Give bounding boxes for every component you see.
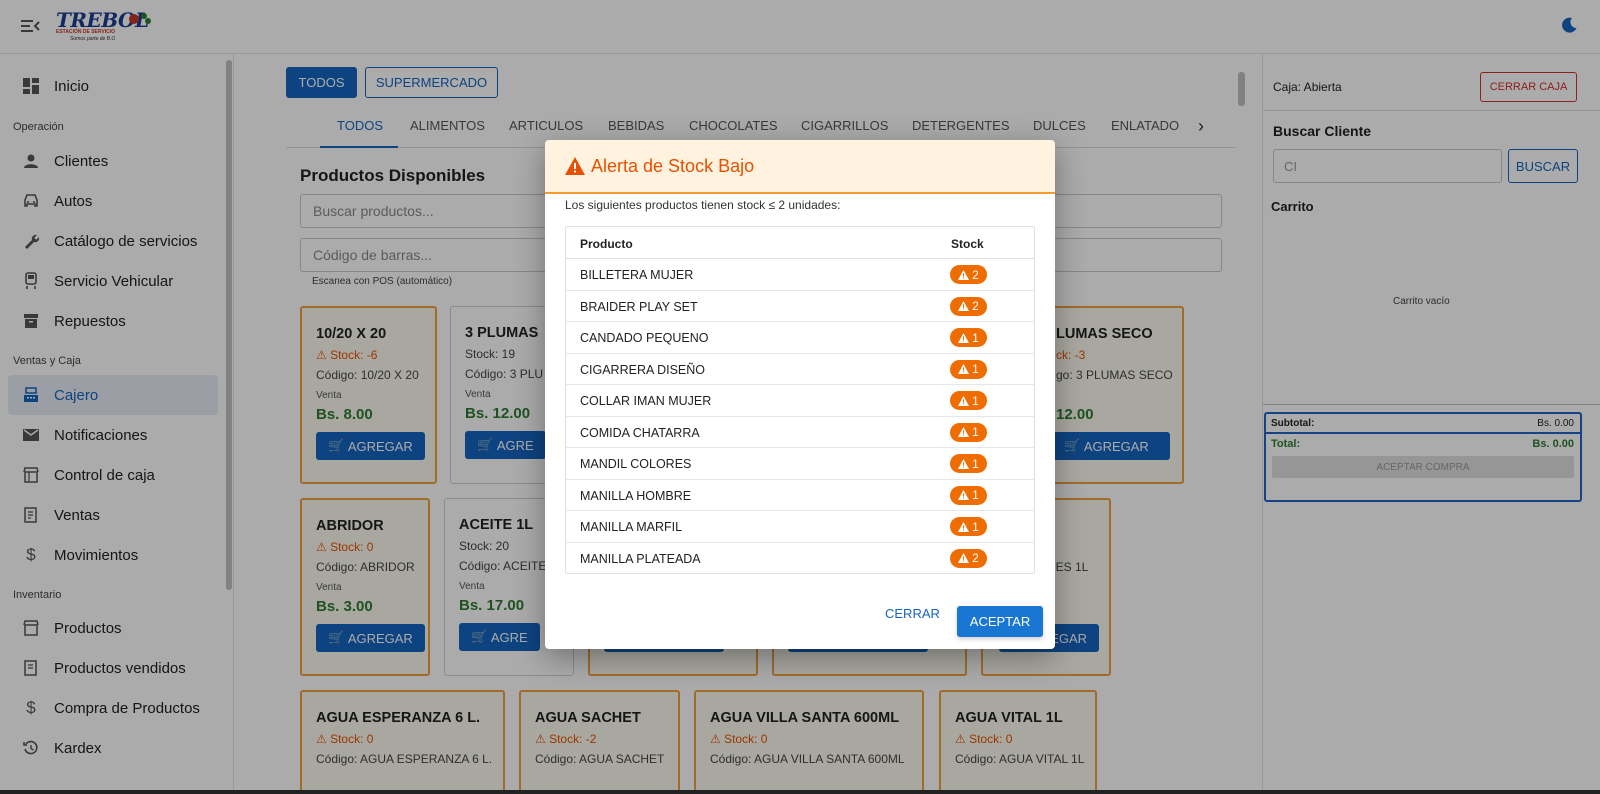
table-row: MANDIL COLORES 1: [566, 448, 1034, 480]
table-row: MANILLA PLATEADA 2: [566, 543, 1034, 575]
warning-icon: [958, 332, 970, 343]
table-row: CIGARRERA DISEÑO 1: [566, 354, 1034, 385]
product-name-cell: BRAIDER PLAY SET: [580, 299, 698, 314]
stock-badge: 1: [950, 391, 987, 410]
table-row: COMIDA CHATARRA 1: [566, 417, 1034, 448]
stock-badge: 1: [950, 328, 987, 347]
product-name-cell: CANDADO PEQUENO: [580, 331, 709, 345]
stock-badge: 1: [950, 517, 987, 536]
bottom-strip: [0, 790, 1600, 794]
stock-badge: 2: [950, 296, 987, 316]
table-row: BRAIDER PLAY SET 2: [566, 291, 1034, 322]
table-row: BILLETERA MUJER 2: [566, 259, 1034, 291]
warning-icon: [958, 301, 970, 311]
column-header-producto: Producto: [580, 237, 633, 251]
stock-badge: 2: [950, 265, 987, 284]
cerrar-button[interactable]: CERRAR: [885, 606, 940, 621]
stock-value: 2: [972, 299, 979, 313]
stock-value: 1: [972, 488, 979, 502]
warning-icon: [565, 157, 585, 175]
stock-value: 1: [972, 362, 979, 376]
product-name-cell: MANILLA MARFIL: [580, 520, 683, 534]
stock-badge: 1: [950, 359, 987, 379]
warning-icon: [958, 490, 970, 500]
stock-badge: 2: [950, 548, 987, 568]
product-name-cell: MANILLA HOMBRE: [580, 488, 692, 503]
table-header: Producto Stock: [566, 227, 1034, 259]
dialog-description: Los siguientes productos tienen stock ≤ …: [565, 198, 841, 212]
stock-badge: 1: [950, 454, 987, 473]
product-name-cell: MANILLA PLATEADA: [580, 551, 701, 566]
dialog-title: Alerta de Stock Bajo: [591, 156, 755, 176]
product-name-cell: COMIDA CHATARRA: [580, 425, 700, 440]
warning-icon: [958, 553, 970, 563]
dialog-header: Alerta de Stock Bajo: [545, 140, 1055, 194]
stock-value: 1: [972, 393, 979, 408]
stock-value: 1: [972, 456, 979, 471]
stock-value: 1: [972, 519, 979, 534]
stock-badge: 1: [950, 485, 987, 505]
low-stock-alert-dialog: Alerta de Stock Bajo Los siguientes prod…: [545, 140, 1055, 649]
stock-value: 2: [972, 267, 979, 282]
warning-icon: [958, 427, 970, 437]
table-row: CANDADO PEQUENO 1: [566, 322, 1034, 354]
aceptar-button[interactable]: ACEPTAR: [957, 606, 1043, 637]
product-name-cell: CIGARRERA DISEÑO: [580, 362, 706, 377]
low-stock-table: Producto Stock BILLETERA MUJER 2 BRAIDER P…: [565, 226, 1035, 574]
warning-icon: [958, 269, 970, 280]
stock-value: 1: [972, 425, 979, 439]
product-name-cell: MANDIL COLORES: [580, 457, 692, 471]
warning-icon: [958, 395, 970, 406]
column-header-stock: Stock: [951, 237, 984, 251]
product-name-cell: COLLAR IMAN MUJER: [580, 394, 712, 408]
stock-value: 1: [972, 330, 979, 345]
table-row: COLLAR IMAN MUJER 1: [566, 385, 1034, 417]
table-row: MANILLA MARFIL 1: [566, 511, 1034, 543]
warning-icon: [958, 364, 970, 374]
warning-icon: [958, 458, 970, 469]
stock-value: 2: [972, 551, 979, 565]
stock-badge: 1: [950, 422, 987, 442]
warning-icon: [958, 521, 970, 532]
product-name-cell: BILLETERA MUJER: [580, 268, 694, 282]
table-row: MANILLA HOMBRE 1: [566, 480, 1034, 511]
